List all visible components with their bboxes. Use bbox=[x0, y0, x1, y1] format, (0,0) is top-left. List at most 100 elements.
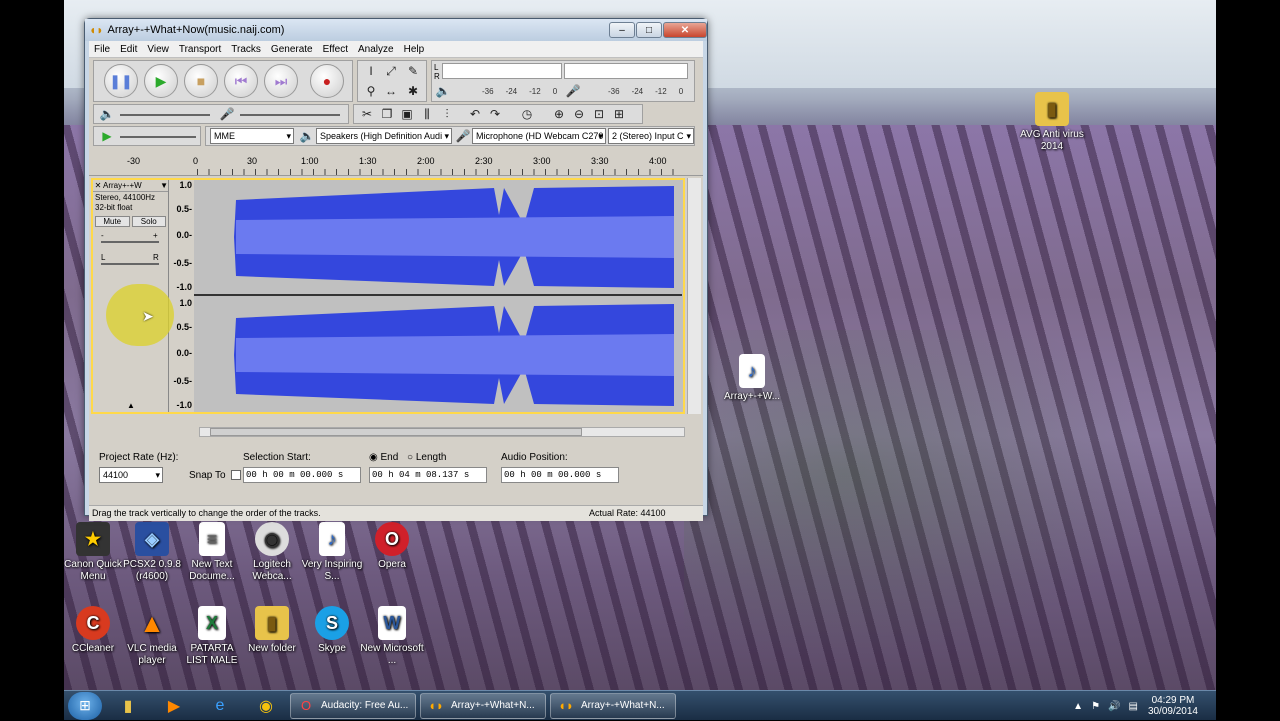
project-rate-select[interactable]: 44100 bbox=[99, 467, 163, 483]
microphone-icon[interactable]: 🎤 bbox=[564, 83, 582, 99]
desktop-icon-pcsx2[interactable]: ◈ PCSX2 0.9.8 (r4600) bbox=[120, 522, 184, 583]
playback-meter[interactable] bbox=[442, 63, 562, 79]
desktop-icon-canon[interactable]: ★ Canon Quick Menu bbox=[64, 522, 125, 583]
network-icon[interactable]: ▤ bbox=[1128, 701, 1137, 712]
menu-edit[interactable]: Edit bbox=[115, 44, 142, 55]
taskbar-item-audacity-2[interactable]: ◖◗ Array+-+What+N... bbox=[550, 692, 676, 719]
zoom-out-icon[interactable]: ⊖ bbox=[570, 106, 588, 122]
desktop-icon-vlc[interactable]: ▲ VLC media player bbox=[120, 606, 184, 667]
play-at-speed-icon[interactable]: ▶ bbox=[98, 128, 116, 144]
desktop-icon-avg[interactable]: ▮ AVG Anti virus 2014 bbox=[1020, 92, 1084, 153]
copy-icon[interactable]: ❐ bbox=[378, 106, 396, 122]
canon-icon: ★ bbox=[76, 522, 110, 556]
menu-generate[interactable]: Generate bbox=[266, 44, 318, 55]
action-center-icon[interactable]: ⚑ bbox=[1091, 701, 1100, 712]
desktop-icon-skype[interactable]: S Skype bbox=[300, 606, 364, 655]
tools-toolbar: I ⤢ ✎ ⚲ ↔ ✱ bbox=[357, 60, 427, 102]
pause-button[interactable]: ❚❚ bbox=[104, 64, 138, 98]
horizontal-scrollbar[interactable] bbox=[199, 427, 685, 437]
input-volume-slider[interactable] bbox=[240, 114, 340, 116]
desktop-icon-opera[interactable]: O Opera bbox=[360, 522, 424, 571]
horizontal-scroll-thumb[interactable] bbox=[210, 428, 582, 436]
timeshift-tool-icon[interactable]: ↔ bbox=[382, 83, 400, 99]
close-button[interactable]: ✕ bbox=[663, 22, 707, 38]
chevron-down-icon[interactable]: ▼ bbox=[160, 181, 168, 190]
desktop-icon-text[interactable]: ≡ New Text Docume... bbox=[180, 522, 244, 583]
clock[interactable]: 04:29 PM 30/09/2014 bbox=[1148, 695, 1198, 717]
menu-analyze[interactable]: Analyze bbox=[353, 44, 399, 55]
skip-end-button[interactable]: ⏭ bbox=[264, 64, 298, 98]
start-button[interactable]: ⊞ bbox=[68, 691, 102, 720]
desktop-icon-inspiring[interactable]: ♪ Very Inspiring S... bbox=[300, 522, 364, 583]
vertical-scrollbar[interactable] bbox=[687, 178, 701, 414]
internet-explorer-quicklaunch-icon[interactable]: e bbox=[200, 692, 240, 720]
audio-host-select[interactable]: MME bbox=[210, 128, 294, 144]
sync-lock-icon[interactable]: ◷ bbox=[518, 106, 536, 122]
snap-to-checkbox[interactable] bbox=[231, 470, 241, 480]
volume-icon[interactable]: 🔊 bbox=[1108, 701, 1120, 712]
speed-slider[interactable] bbox=[120, 136, 196, 138]
pan-slider[interactable]: L R bbox=[93, 253, 168, 275]
desktop-icon-patarta[interactable]: X PATARTA LIST MALE bbox=[180, 606, 244, 667]
maximize-button[interactable]: □ bbox=[636, 22, 662, 38]
record-meter[interactable] bbox=[564, 63, 688, 79]
skip-start-button[interactable]: ⏮ bbox=[224, 64, 258, 98]
show-hidden-icons-icon[interactable]: ▲ bbox=[1073, 701, 1083, 712]
ruler-label: 30 bbox=[247, 156, 258, 166]
menu-effect[interactable]: Effect bbox=[318, 44, 353, 55]
menu-help[interactable]: Help bbox=[399, 44, 430, 55]
input-device-select[interactable]: Microphone (HD Webcam C270 bbox=[472, 128, 606, 144]
selection-end-field[interactable]: 00 h 04 m 08.137 s bbox=[369, 467, 487, 483]
stop-button[interactable]: ■ bbox=[184, 64, 218, 98]
chrome-quicklaunch-icon[interactable]: ◉ bbox=[246, 692, 286, 720]
multi-tool-icon[interactable]: ✱ bbox=[404, 83, 422, 99]
taskbar-item-audacity-1[interactable]: ◖◗ Array+-+What+N... bbox=[420, 692, 546, 719]
waveform-left-channel[interactable] bbox=[194, 180, 682, 294]
speaker-icon[interactable]: 🔈 bbox=[434, 83, 452, 99]
solo-button[interactable]: Solo bbox=[131, 216, 166, 227]
track-name-menu[interactable]: Array+-+W bbox=[103, 181, 160, 190]
trim-icon[interactable]: ⫼ bbox=[418, 106, 436, 122]
undo-icon[interactable]: ↶ bbox=[466, 106, 484, 122]
title-bar[interactable]: ◖◗ Array+-+What+Now(music.naij.com) – □ … bbox=[85, 19, 707, 41]
zoom-tool-icon[interactable]: ⚲ bbox=[362, 83, 380, 99]
record-button[interactable]: ● bbox=[310, 64, 344, 98]
menu-tracks[interactable]: Tracks bbox=[226, 44, 266, 55]
desktop-icon-new-word[interactable]: W New Microsoft ... bbox=[360, 606, 424, 667]
gain-slider[interactable]: - + bbox=[93, 231, 168, 253]
paste-icon[interactable]: ▣ bbox=[398, 106, 416, 122]
end-radio[interactable]: ◉ End bbox=[369, 452, 398, 463]
audio-position-field[interactable]: 00 h 00 m 00.000 s bbox=[501, 467, 619, 483]
explorer-quicklaunch-icon[interactable]: ▮ bbox=[108, 692, 148, 720]
media-player-quicklaunch-icon[interactable]: ▶ bbox=[154, 692, 194, 720]
desktop-icon-array-mp3[interactable]: ♪ Array+-+W... bbox=[720, 354, 784, 403]
track-close-icon[interactable]: ✕ bbox=[93, 181, 103, 190]
redo-icon[interactable]: ↷ bbox=[486, 106, 504, 122]
desktop-icon-new-folder[interactable]: ▮ New folder bbox=[240, 606, 304, 655]
desktop-icon-logitech[interactable]: ◉ Logitech Webca... bbox=[240, 522, 304, 583]
silence-icon[interactable]: ⫶ bbox=[438, 106, 456, 122]
timeline-ruler[interactable]: -30 0 30 1:00 1:30 2:00 2:30 3:00 3:30 4… bbox=[89, 154, 703, 176]
collapse-track-icon[interactable]: ▲ bbox=[127, 401, 135, 410]
menu-file[interactable]: File bbox=[89, 44, 115, 55]
output-device-select[interactable]: Speakers (High Definition Audi bbox=[316, 128, 452, 144]
mute-button[interactable]: Mute bbox=[95, 216, 130, 227]
input-channels-select[interactable]: 2 (Stereo) Input C bbox=[608, 128, 694, 144]
draw-tool-icon[interactable]: ✎ bbox=[404, 63, 422, 79]
selection-tool-icon[interactable]: I bbox=[362, 63, 380, 79]
waveform-right-channel[interactable] bbox=[194, 298, 682, 412]
output-volume-slider[interactable] bbox=[120, 114, 210, 116]
zoom-in-icon[interactable]: ⊕ bbox=[550, 106, 568, 122]
play-button[interactable]: ▶ bbox=[144, 64, 178, 98]
selection-start-field[interactable]: 00 h 00 m 00.000 s bbox=[243, 467, 361, 483]
cut-icon[interactable]: ✂ bbox=[358, 106, 376, 122]
length-radio[interactable]: ○ Length bbox=[407, 452, 446, 463]
taskbar-item-opera[interactable]: O Audacity: Free Au... bbox=[290, 692, 416, 719]
fit-project-icon[interactable]: ⊞ bbox=[610, 106, 628, 122]
minimize-button[interactable]: – bbox=[609, 22, 635, 38]
fit-selection-icon[interactable]: ⊡ bbox=[590, 106, 608, 122]
menu-transport[interactable]: Transport bbox=[174, 44, 226, 55]
desktop-icon-ccleaner[interactable]: C CCleaner bbox=[64, 606, 125, 655]
envelope-tool-icon[interactable]: ⤢ bbox=[382, 63, 400, 79]
menu-view[interactable]: View bbox=[142, 44, 174, 55]
